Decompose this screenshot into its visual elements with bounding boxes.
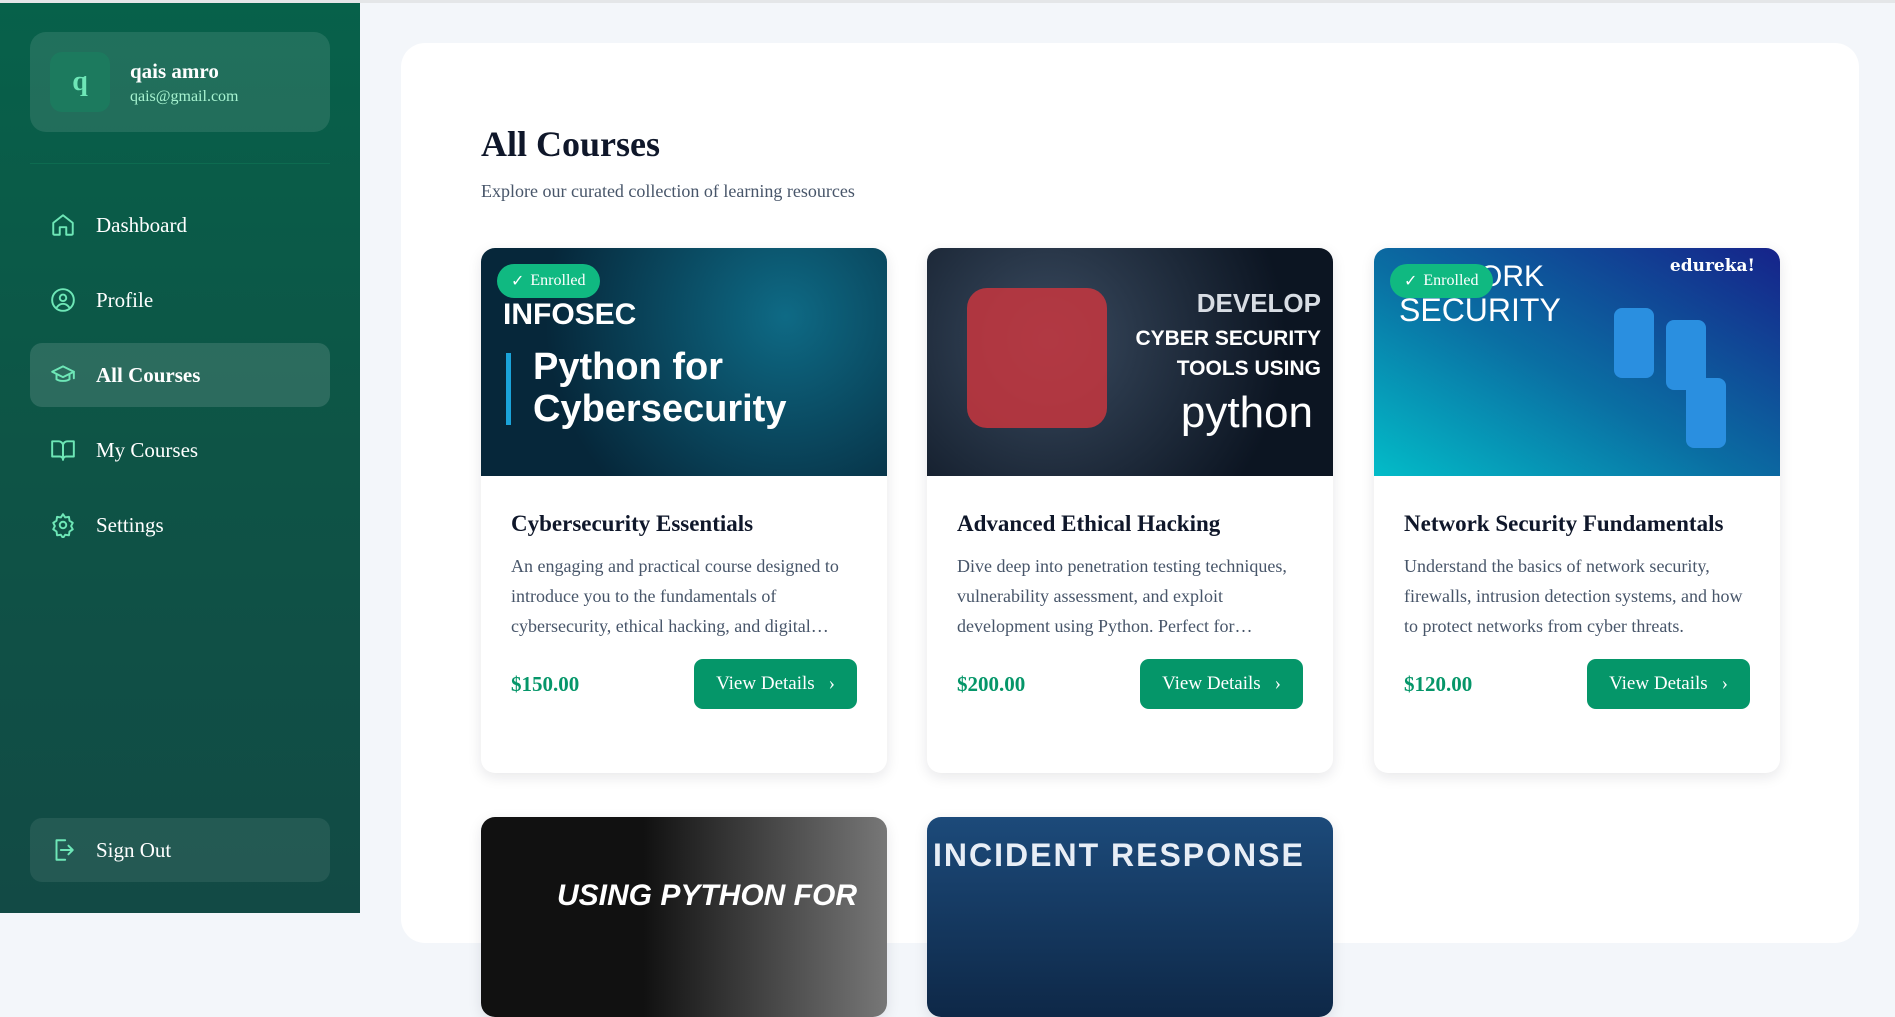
course-description: Understand the basics of network securit… — [1404, 556, 1743, 636]
sign-out-button[interactable]: Sign Out — [30, 818, 330, 882]
course-title: Cybersecurity Essentials — [511, 511, 754, 536]
chevron-right-icon: › — [828, 673, 835, 694]
view-details-button[interactable]: View Details › — [1587, 659, 1750, 709]
sidebar-item-dashboard[interactable]: Dashboard — [30, 193, 330, 257]
sign-out-icon — [55, 839, 74, 861]
course-card[interactable]: DEVELOP CYBER SECURITY TOOLS USING pytho… — [927, 248, 1333, 773]
nav-label: Settings — [96, 512, 164, 537]
sidebar-item-my-courses[interactable]: My Courses — [30, 418, 330, 482]
nav-label: Dashboard — [96, 212, 187, 237]
course-card[interactable]: INCIDENT RESPONSE — [927, 817, 1333, 1017]
nav-label: All Courses — [96, 362, 201, 387]
book-open-icon — [51, 440, 75, 461]
chevron-right-icon: › — [1274, 673, 1281, 694]
view-details-button[interactable]: View Details › — [1140, 659, 1303, 709]
sidebar-item-all-courses[interactable]: All Courses — [30, 343, 330, 407]
home-icon — [52, 214, 74, 236]
course-title: Network Security Fundamentals — [1404, 511, 1724, 536]
course-image: USING PYTHON FOR — [481, 817, 887, 1017]
sidebar: q qais amro qais@gmail.com Dashboard Pro… — [0, 3, 360, 913]
check-icon: ✓ — [1404, 273, 1418, 290]
page-title: All Courses — [481, 124, 660, 164]
course-card[interactable]: USING PYTHON FOR — [481, 817, 887, 1017]
enrolled-badge: ✓ Enrolled — [497, 264, 600, 298]
course-image: ORK SECURITY edureka! ✓ Enrolled — [1374, 248, 1780, 476]
graduation-cap-icon — [51, 365, 75, 382]
user-profile-card[interactable]: q qais amro qais@gmail.com — [30, 32, 330, 132]
course-price: $150.00 — [511, 671, 580, 696]
gear-icon — [52, 513, 74, 538]
sidebar-item-settings[interactable]: Settings — [30, 493, 330, 557]
user-email: qais@gmail.com — [130, 87, 239, 105]
user-circle-icon — [51, 288, 75, 312]
user-name: qais amro — [130, 58, 219, 83]
course-description: Dive deep into penetration testing techn… — [957, 556, 1287, 636]
course-image: INCIDENT RESPONSE — [927, 817, 1333, 1017]
enrolled-badge: ✓ Enrolled — [1390, 264, 1493, 298]
course-title: Advanced Ethical Hacking — [957, 511, 1221, 536]
sign-out-label: Sign Out — [96, 837, 172, 862]
view-details-button[interactable]: View Details › — [694, 659, 857, 709]
check-icon: ✓ — [511, 273, 525, 290]
nav-label: My Courses — [96, 437, 199, 462]
sidebar-item-profile[interactable]: Profile — [30, 268, 330, 332]
course-card[interactable]: INFOSEC Python for Cybersecurity ✓ Enroll… — [481, 248, 887, 773]
course-price: $200.00 — [957, 671, 1026, 696]
course-description: An engaging and practical course designe… — [511, 556, 839, 636]
page-subtitle: Explore our curated collection of learni… — [481, 181, 855, 201]
divider — [30, 163, 330, 164]
course-card[interactable]: ORK SECURITY edureka! ✓ Enrolled Network … — [1374, 248, 1780, 773]
course-image: INFOSEC Python for Cybersecurity ✓ Enroll… — [481, 248, 887, 476]
nav-label: Profile — [96, 287, 154, 312]
course-image: DEVELOP CYBER SECURITY TOOLS USING pytho… — [927, 248, 1333, 476]
avatar: q — [50, 52, 110, 112]
main-panel: All Courses Explore our curated collecti… — [401, 43, 1859, 1017]
course-price: $120.00 — [1404, 671, 1473, 696]
chevron-right-icon: › — [1721, 673, 1728, 694]
